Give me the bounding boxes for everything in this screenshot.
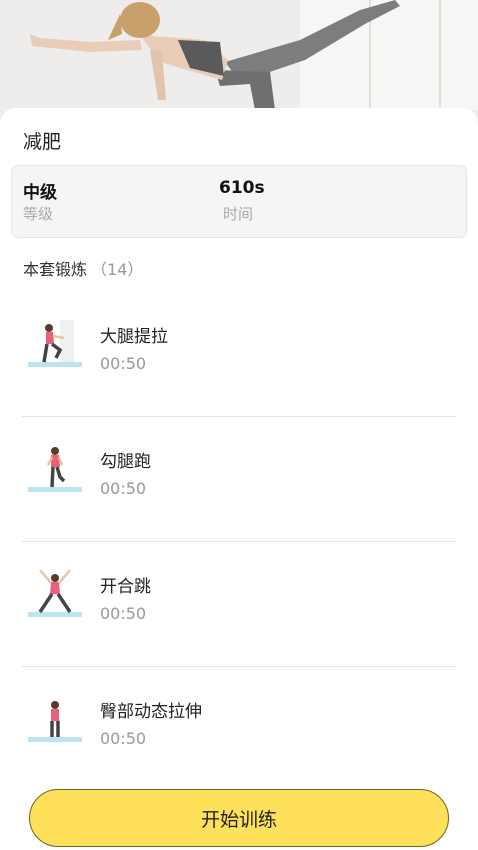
duration-label: 时间 [223, 205, 254, 223]
glute-stretch-figure-icon [28, 701, 82, 742]
exercise-name: 大腿提拉 [100, 327, 168, 347]
thigh-lift-figure-icon [28, 320, 82, 367]
exercise-duration: 00:50 [100, 604, 147, 623]
exercise-name: 开合跳 [100, 577, 151, 597]
workout-detail-page: 减肥 中级 等级 610s 时间 本套锻炼 （14） 大腿提拉 00:50 勾腿… [0, 0, 478, 850]
plan-info-box: 中级 等级 610s 时间 [11, 165, 467, 238]
start-training-button[interactable]: 开始训练 [29, 789, 449, 847]
exercise-item[interactable]: 大腿提拉 00:50 [22, 292, 456, 417]
duration-value: 610s [219, 178, 265, 198]
butt-kick-run-figure-icon [28, 447, 82, 492]
jumping-jack-figure-icon [28, 569, 82, 617]
exercise-count: （14） [91, 260, 144, 279]
exercise-item[interactable]: 勾腿跑 00:50 [22, 417, 456, 542]
exercise-duration: 00:50 [100, 479, 147, 498]
exercise-section-title: 本套锻炼 （14） [23, 256, 143, 280]
level-label: 等级 [23, 205, 54, 223]
exercise-item[interactable]: 臀部动态拉伸 00:50 [22, 667, 456, 792]
exercise-duration: 00:50 [100, 354, 147, 373]
section-title-text: 本套锻炼 [23, 260, 88, 279]
level-value: 中级 [23, 183, 57, 203]
exercise-name: 臀部动态拉伸 [100, 702, 202, 722]
exercise-item[interactable]: 开合跳 00:50 [22, 542, 456, 667]
exercise-duration: 00:50 [100, 729, 147, 748]
exercise-name: 勾腿跑 [100, 452, 151, 472]
plan-title: 减肥 [23, 131, 62, 153]
